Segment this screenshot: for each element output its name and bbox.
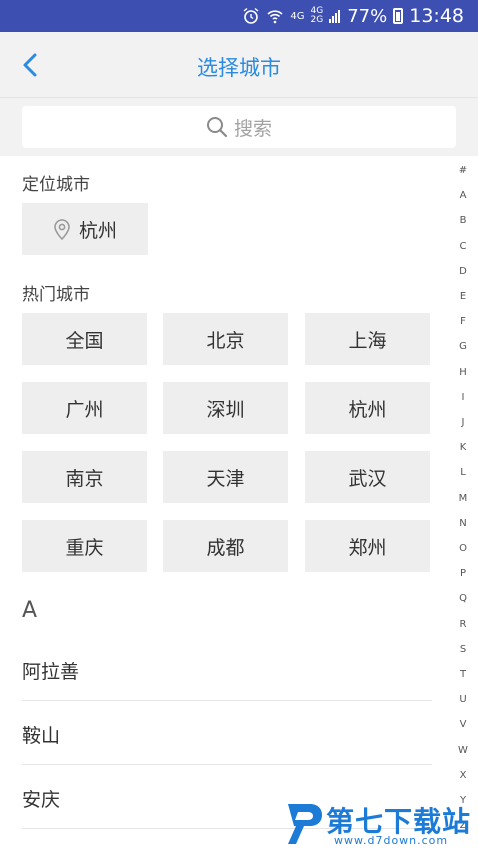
page-title: 选择城市 (197, 56, 281, 80)
index-letter[interactable]: Q (448, 593, 478, 604)
hot-city-button[interactable]: 全国 (22, 313, 147, 365)
hot-city-label: 北京 (206, 329, 245, 352)
watermark: 第七下载站 www.d7down.com (284, 800, 476, 850)
search-icon (206, 117, 228, 138)
index-letter[interactable]: O (448, 543, 478, 554)
city-name: 鞍山 (22, 725, 61, 747)
index-letter[interactable]: H (448, 367, 478, 378)
hot-city-label: 成都 (206, 536, 245, 559)
alarm-icon (243, 7, 259, 24)
watermark-logo-icon (288, 804, 322, 844)
hot-city-label: 杭州 (348, 398, 387, 421)
index-letter[interactable]: G (448, 341, 478, 352)
city-name: 安庆 (22, 789, 61, 811)
index-letter[interactable]: S (448, 644, 478, 655)
index-letter[interactable]: M (448, 493, 478, 504)
hot-city-button[interactable]: 天津 (163, 451, 288, 503)
signal-icon (329, 10, 341, 23)
hot-city-button[interactable]: 武汉 (305, 451, 430, 503)
location-city-button[interactable]: 杭州 (22, 203, 148, 255)
hot-city-label: 深圳 (206, 398, 245, 421)
index-letter[interactable]: W (448, 745, 478, 756)
hot-city-label: 郑州 (348, 536, 387, 559)
hot-city-label: 南京 (65, 467, 104, 490)
city-name: 阿拉善 (22, 661, 80, 683)
index-letter[interactable]: B (448, 215, 478, 226)
hot-section-title: 热门城市 (22, 285, 90, 305)
hot-city-button[interactable]: 重庆 (22, 520, 147, 572)
hot-city-button[interactable]: 南京 (22, 451, 147, 503)
list-item[interactable]: 阿拉善 (0, 637, 432, 701)
status-icons: 4G 4G 2G 77% 13:48 (242, 0, 464, 32)
hot-city-button[interactable]: 成都 (163, 520, 288, 572)
search-area: 搜索 (0, 98, 478, 156)
search-placeholder: 搜索 (233, 117, 272, 140)
index-letter[interactable]: # (448, 165, 478, 176)
hot-city-button[interactable]: 杭州 (305, 382, 430, 434)
index-letter[interactable]: X (448, 770, 478, 781)
location-section-title: 定位城市 (22, 175, 90, 195)
index-letter[interactable]: A (448, 190, 478, 201)
wifi-calling-icon (267, 10, 283, 24)
index-letter[interactable]: P (448, 568, 478, 579)
battery-icon (393, 8, 404, 24)
hot-city-button[interactable]: 深圳 (163, 382, 288, 434)
hot-city-label: 全国 (65, 329, 104, 352)
hot-city-button[interactable]: 郑州 (305, 520, 430, 572)
index-letter[interactable]: J (448, 417, 478, 428)
index-letter[interactable]: I (448, 392, 478, 403)
hot-city-label: 重庆 (65, 536, 104, 559)
index-letter[interactable]: T (448, 669, 478, 680)
nav-bar: 选择城市 (0, 32, 478, 98)
clock: 13:48 (409, 5, 464, 27)
index-letter[interactable]: D (448, 266, 478, 277)
status-bar: 4G 4G 2G 77% 13:48 (0, 0, 478, 32)
list-item[interactable]: 鞍山 (0, 701, 432, 765)
hot-city-button[interactable]: 上海 (305, 313, 430, 365)
index-letter[interactable]: K (448, 442, 478, 453)
hot-city-button[interactable]: 广州 (22, 382, 147, 434)
index-letter[interactable]: R (448, 619, 478, 630)
search-input[interactable]: 搜索 (22, 106, 456, 148)
hot-city-button[interactable]: 北京 (163, 313, 288, 365)
network-4g-label: 4G (290, 10, 305, 22)
battery-percent: 77% (347, 5, 388, 27)
index-letter[interactable]: E (448, 291, 478, 302)
index-letter[interactable]: L (448, 467, 478, 478)
watermark-url: www.d7down.com (334, 834, 449, 847)
hot-city-label: 天津 (206, 467, 245, 490)
hot-city-label: 广州 (65, 398, 104, 421)
network-dual-label: 4G 2G (310, 6, 324, 25)
index-letter[interactable]: N (448, 518, 478, 529)
location-pin-icon (54, 219, 70, 240)
index-letter[interactable]: U (448, 694, 478, 705)
index-letter[interactable]: F (448, 316, 478, 327)
index-letter[interactable]: V (448, 719, 478, 730)
location-city-label: 杭州 (78, 219, 117, 242)
hot-city-label: 武汉 (348, 467, 387, 490)
hot-city-label: 上海 (348, 329, 387, 352)
index-letter[interactable]: C (448, 241, 478, 252)
list-letter-header: A (22, 598, 38, 623)
